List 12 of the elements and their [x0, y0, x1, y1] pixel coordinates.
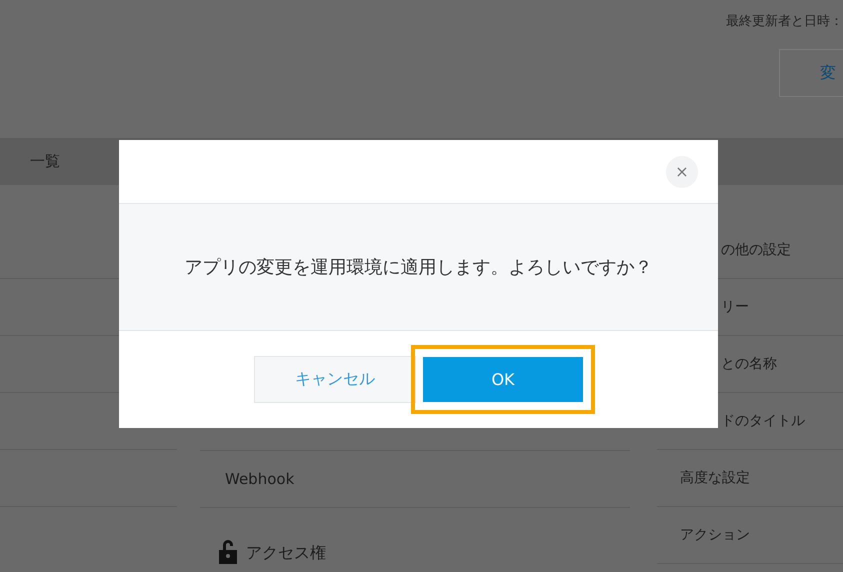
last-updated-label: 最終更新者と日時： [726, 13, 843, 30]
settings-link[interactable]: 高度な設定 [657, 450, 843, 507]
cancel-button[interactable]: キャンセル [254, 356, 416, 403]
dialog-message: アプリの変更を運用環境に適用します。よろしいですか？ [184, 256, 652, 279]
settings-link[interactable]: Webhook [200, 450, 630, 507]
list-tab[interactable]: 一覧 [0, 138, 120, 185]
lock-icon [218, 538, 238, 564]
settings-link[interactable]: アクション [657, 507, 843, 564]
section-title: アクセス権 [246, 543, 326, 564]
change-button[interactable]: 変 [779, 49, 843, 97]
ok-button[interactable]: OK [423, 357, 583, 402]
close-button[interactable]: × [666, 156, 698, 188]
